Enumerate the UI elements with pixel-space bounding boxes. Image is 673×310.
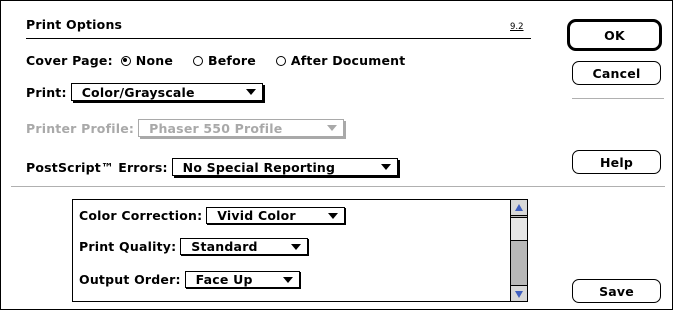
save-button-label: Save (599, 283, 634, 299)
print-popup-value: Color/Grayscale (81, 84, 195, 100)
printer-profile-row: Printer Profile: Phaser 550 Profile (26, 119, 345, 137)
scroll-thumb[interactable] (511, 217, 527, 241)
options-listbox[interactable]: Color Correction: Vivid Color Print Qual… (72, 199, 528, 302)
radio-selected-icon (120, 55, 131, 66)
print-options-dialog: Print Options 9.2 Cover Page: None Befor… (0, 0, 673, 310)
list-item-label: Output Order: (79, 272, 181, 287)
section-divider (11, 186, 665, 187)
scroll-up-arrow-icon[interactable] (511, 200, 527, 216)
version-label: 9.2 (510, 22, 524, 32)
ok-button[interactable]: OK (567, 19, 662, 51)
cover-page-before-radio[interactable]: Before (193, 53, 256, 68)
popup-arrow-icon (291, 243, 302, 250)
dialog-title: Print Options (26, 17, 123, 32)
popup-arrow-icon (328, 212, 339, 219)
postscript-errors-label: PostScript™ Errors: (26, 159, 168, 175)
list-item-label: Print Quality: (79, 239, 177, 254)
list-item-value: Vivid Color (217, 208, 296, 223)
cancel-button[interactable]: Cancel (572, 61, 661, 85)
list-item: Output Order: Face Up (79, 271, 300, 288)
cover-page-after-radio[interactable]: After Document (275, 53, 406, 68)
cover-page-after-label: After Document (290, 53, 406, 68)
postscript-errors-popup-value: No Special Reporting (182, 159, 336, 175)
printer-profile-label: Printer Profile: (26, 120, 135, 136)
list-item-label: Color Correction: (79, 208, 203, 223)
output-order-popup[interactable]: Face Up (184, 271, 300, 288)
cover-page-none-label: None (135, 53, 174, 68)
postscript-errors-popup[interactable]: No Special Reporting (171, 158, 398, 176)
radio-unselected-icon (275, 55, 286, 66)
popup-arrow-icon (327, 125, 338, 131)
title-divider (26, 38, 531, 39)
list-item-value: Face Up (195, 272, 253, 287)
save-button[interactable]: Save (572, 279, 661, 303)
popup-arrow-icon (380, 164, 391, 170)
radio-unselected-icon (193, 55, 204, 66)
print-label: Print: (26, 84, 67, 100)
cover-page-before-label: Before (208, 53, 256, 68)
postscript-errors-row: PostScript™ Errors: No Special Reporting (26, 158, 398, 176)
help-button[interactable]: Help (572, 150, 661, 174)
list-scrollbar[interactable] (510, 200, 527, 301)
list-item: Color Correction: Vivid Color (79, 207, 346, 224)
popup-arrow-icon (282, 276, 293, 283)
cover-page-none-radio[interactable]: None (120, 53, 174, 68)
button-divider (572, 98, 664, 99)
printer-profile-popup-value: Phaser 550 Profile (149, 120, 283, 136)
color-correction-popup[interactable]: Vivid Color (206, 207, 346, 224)
cover-page-row: Cover Page: None Before After Document (26, 53, 405, 68)
list-item: Print Quality: Standard (79, 238, 309, 255)
printer-profile-popup: Phaser 550 Profile (138, 119, 345, 137)
cancel-button-label: Cancel (592, 65, 641, 81)
scroll-down-arrow-icon[interactable] (511, 285, 527, 301)
cover-page-label: Cover Page: (26, 53, 113, 68)
list-item-value: Standard (191, 239, 258, 254)
popup-arrow-icon (245, 89, 256, 95)
ok-button-label: OK (604, 27, 625, 43)
print-row: Print: Color/Grayscale (26, 83, 263, 101)
print-quality-popup[interactable]: Standard (180, 238, 309, 255)
print-popup[interactable]: Color/Grayscale (70, 83, 263, 101)
help-button-label: Help (600, 154, 633, 170)
